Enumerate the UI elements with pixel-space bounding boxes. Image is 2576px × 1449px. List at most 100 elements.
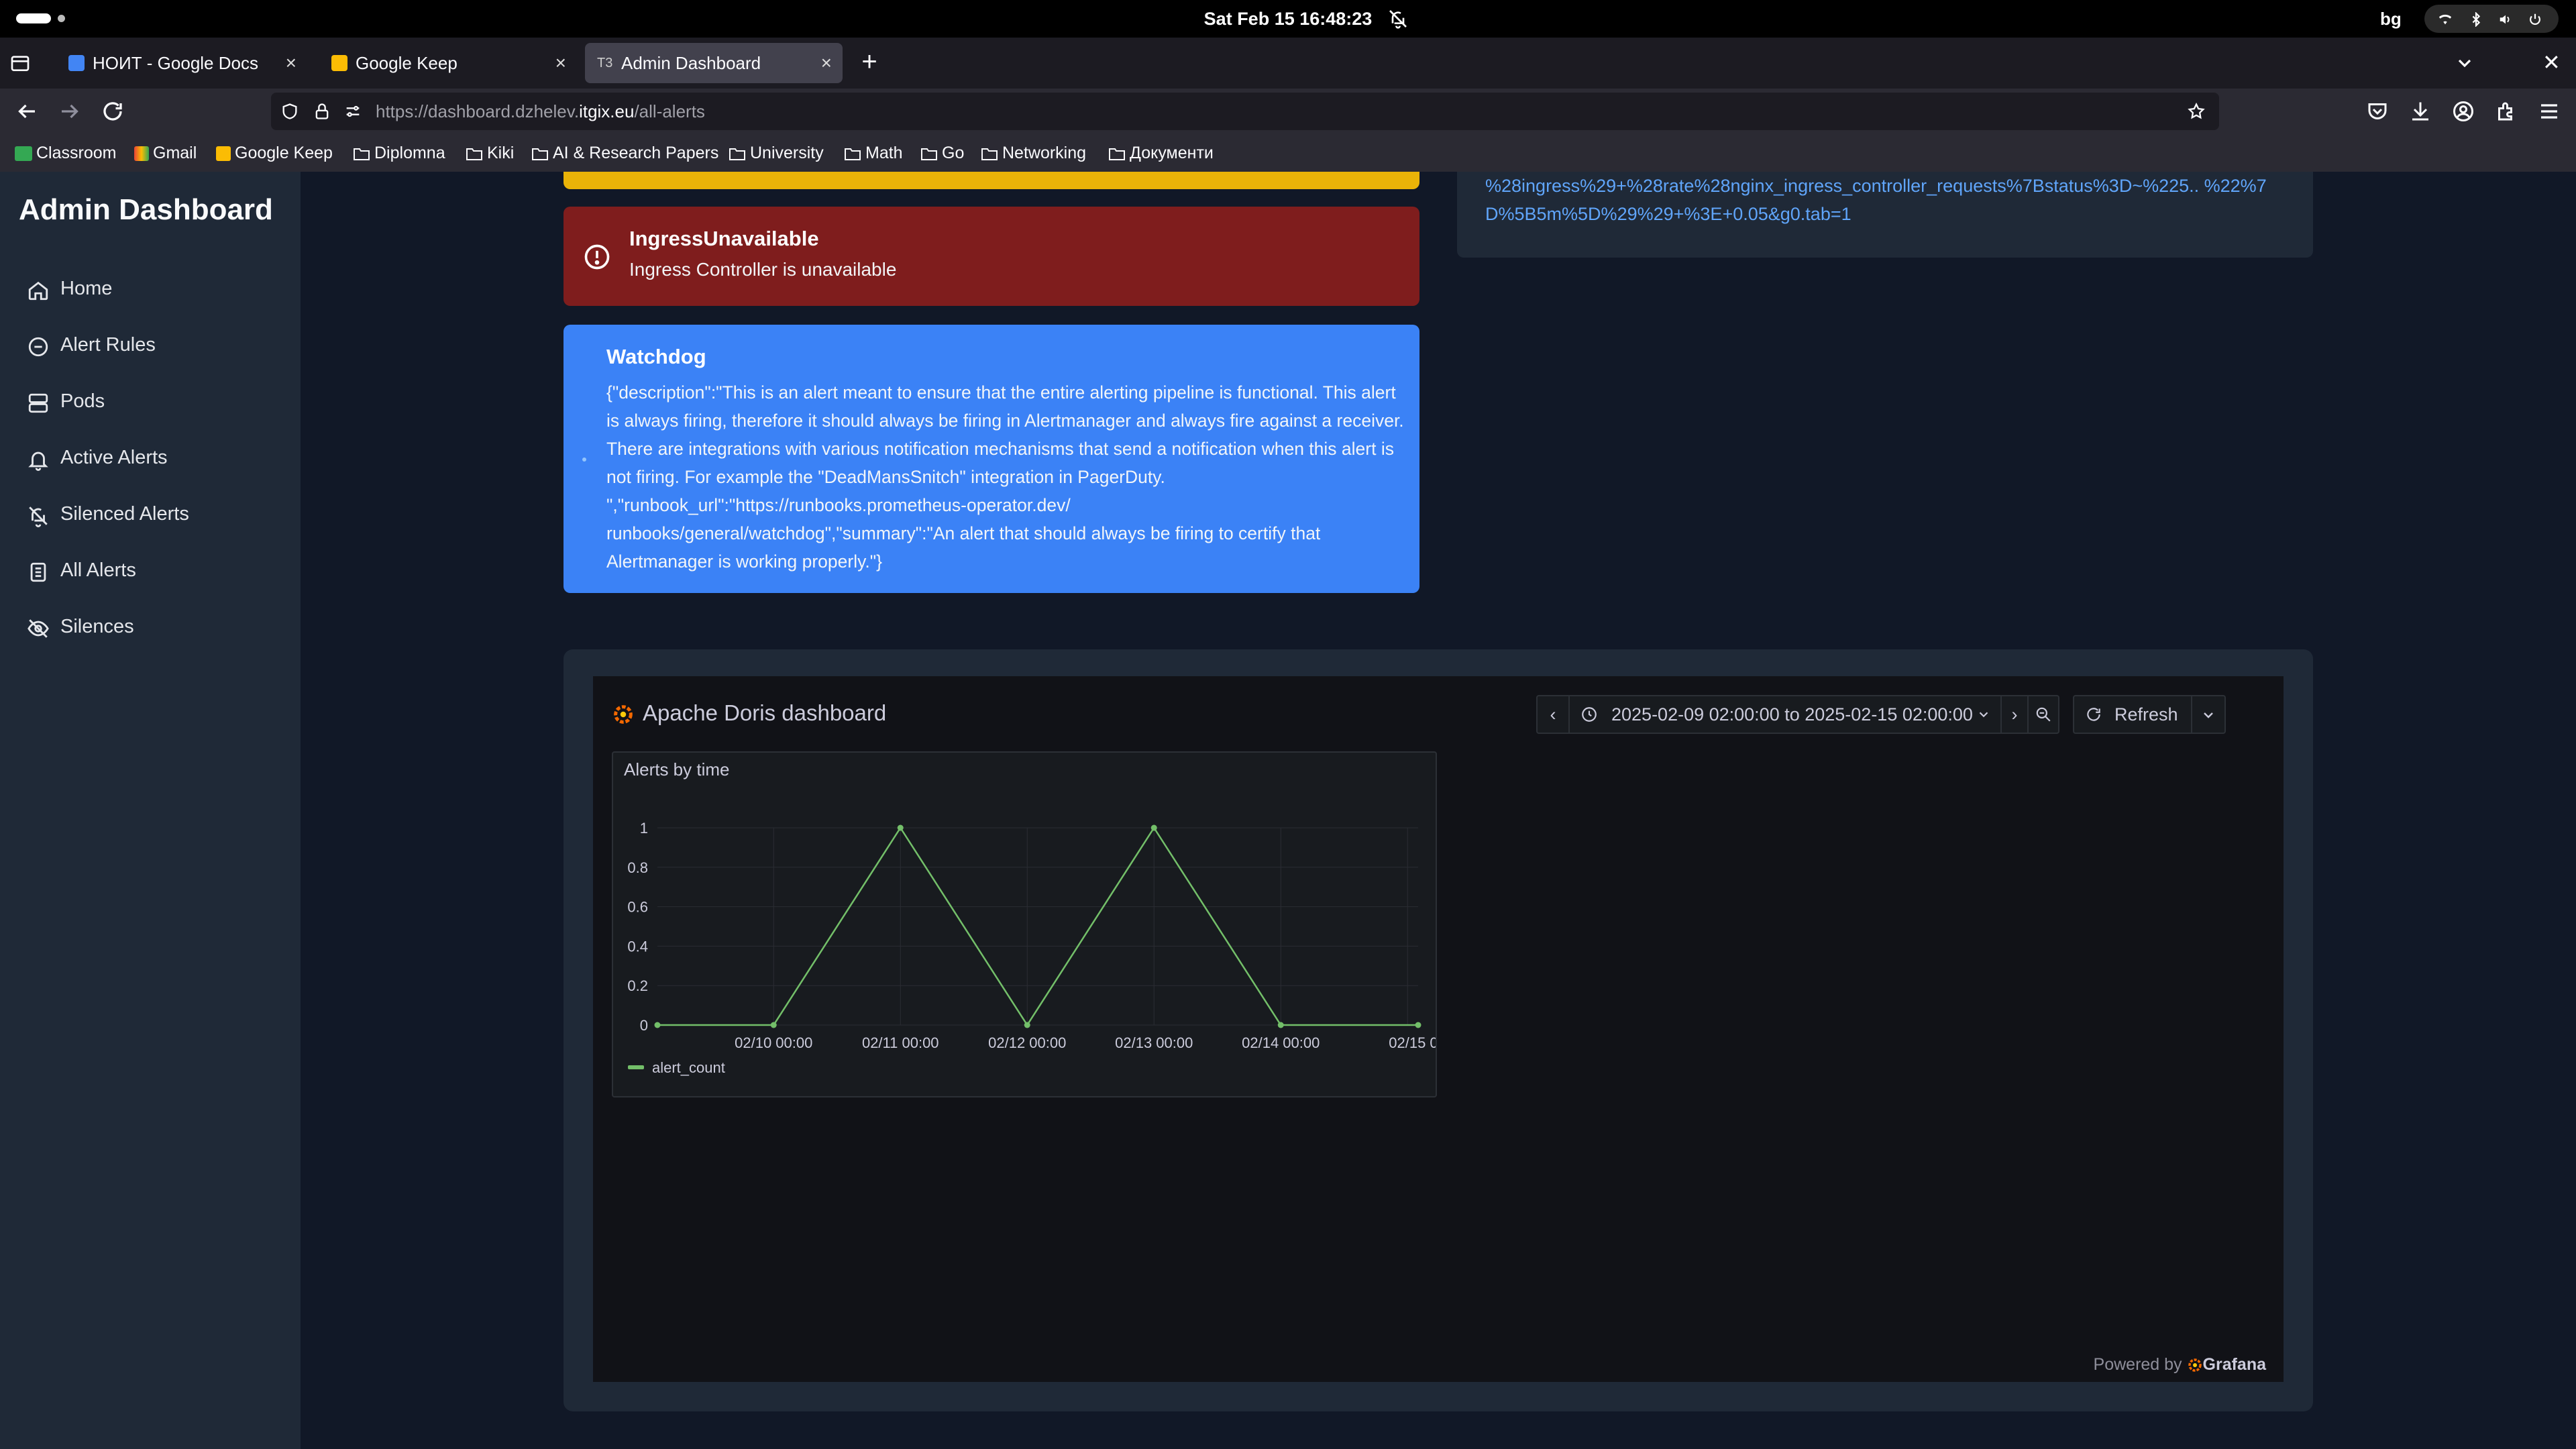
chevron-down-icon[interactable] bbox=[2200, 707, 2216, 723]
alert-description: {"description":"This is an alert meant t… bbox=[606, 382, 1404, 572]
bookmark-university[interactable]: University bbox=[729, 134, 824, 172]
new-tab-button[interactable]: + bbox=[857, 48, 881, 75]
browser-tab-strip: НОИТ - Google Docs × Google Keep × T3 Ad… bbox=[0, 38, 2576, 89]
sidebar-item-pods[interactable]: Pods bbox=[19, 377, 282, 425]
hamburger-menu-icon[interactable] bbox=[2537, 99, 2561, 123]
sidebar-item-active-alerts[interactable]: Active Alerts bbox=[19, 433, 282, 482]
tab-title: НОИТ - Google Docs bbox=[93, 53, 258, 73]
time-range-button[interactable]: 2025-02-09 02:00:00 to 2025-02-15 02:00:… bbox=[1570, 696, 2002, 733]
gmail-icon bbox=[134, 146, 149, 161]
x-tick-label: 02/10 00:00 bbox=[735, 1034, 812, 1051]
folder-icon bbox=[845, 148, 861, 160]
legend-label: alert_count bbox=[652, 1059, 725, 1076]
system-tray[interactable] bbox=[2424, 5, 2559, 33]
tab-close-icon[interactable]: × bbox=[821, 43, 832, 83]
tab-close-icon[interactable]: × bbox=[555, 43, 566, 83]
sidebar-item-silences[interactable]: Silences bbox=[19, 602, 282, 651]
eye-off-icon bbox=[28, 619, 49, 638]
alert-card-watchdog: Watchdog {"description":"This is an aler… bbox=[564, 325, 1419, 593]
lock-icon[interactable] bbox=[313, 102, 331, 121]
exclamation-circle-icon bbox=[584, 244, 610, 270]
chevron-down-icon[interactable] bbox=[2453, 52, 2477, 74]
bluetooth-icon bbox=[2472, 12, 2481, 27]
classroom-icon bbox=[15, 146, 32, 161]
zoom-out-icon bbox=[2036, 707, 2051, 722]
forward-arrow-icon[interactable] bbox=[58, 99, 82, 123]
grafana-embed-container: Apache Doris dashboard ‹ 2025-02-09 02:0… bbox=[564, 649, 2313, 1411]
sidebar: Admin Dashboard Home Alert Rules Pods Ac… bbox=[0, 172, 301, 1449]
reload-icon[interactable] bbox=[101, 99, 125, 123]
bookmark-networking[interactable]: Networking bbox=[981, 134, 1086, 172]
tab-title: Google Keep bbox=[356, 53, 458, 73]
bookmark-google-keep[interactable]: Google Keep bbox=[216, 134, 333, 172]
power-icon bbox=[2530, 13, 2540, 25]
bookmark-classroom[interactable]: Classroom bbox=[15, 134, 116, 172]
back-arrow-icon[interactable] bbox=[15, 99, 39, 123]
account-icon[interactable] bbox=[2451, 99, 2475, 123]
google-docs-icon bbox=[68, 55, 85, 71]
firefox-view-icon[interactable] bbox=[9, 52, 31, 74]
bookmark-ai-research-papers[interactable]: AI & Research Papers bbox=[531, 134, 718, 172]
refresh-picker: Refresh bbox=[2073, 695, 2226, 734]
dashboard-title[interactable]: Apache Doris dashboard bbox=[643, 700, 886, 726]
t3-icon: T3 bbox=[597, 56, 613, 70]
shield-icon[interactable] bbox=[280, 102, 299, 121]
tab-close-icon[interactable]: × bbox=[286, 43, 297, 83]
folder-icon bbox=[354, 148, 370, 160]
system-clock[interactable]: Sat Feb 15 16:48:23 bbox=[0, 0, 2576, 38]
notifications-muted-icon bbox=[1389, 10, 1407, 29]
browser-nav-bar: https://dashboard.dzhelev.itgix.eu/all-a… bbox=[0, 89, 2576, 134]
sidebar-item-silenced-alerts[interactable]: Silenced Alerts bbox=[19, 490, 282, 538]
zoom-out-button[interactable] bbox=[2029, 696, 2058, 733]
query-card: %28ingress%29+%28rate%28nginx_ingress_co… bbox=[1457, 172, 2313, 258]
permissions-icon[interactable] bbox=[343, 102, 362, 121]
window-close-button[interactable]: ✕ bbox=[2542, 50, 2561, 75]
wifi-icon bbox=[2438, 14, 2452, 25]
x-tick-label: 02/13 00:00 bbox=[1115, 1034, 1193, 1051]
bell-icon bbox=[28, 451, 48, 471]
sidebar-item-all-alerts[interactable]: All Alerts bbox=[19, 546, 282, 594]
refresh-button[interactable]: Refresh bbox=[2074, 696, 2192, 733]
chevron-down-icon bbox=[1979, 712, 1988, 718]
address-bar[interactable]: https://dashboard.dzhelev.itgix.eu/all-a… bbox=[271, 93, 2219, 130]
bookmark-kiki[interactable]: Kiki bbox=[466, 134, 514, 172]
page-viewport: Admin Dashboard Home Alert Rules Pods Ac… bbox=[0, 172, 2576, 1449]
bookmark-dokumenti[interactable]: Документи bbox=[1108, 134, 1214, 172]
bell-off-icon bbox=[29, 506, 48, 527]
alert-name: Watchdog bbox=[606, 345, 706, 368]
url-text[interactable]: https://dashboard.dzhelev.itgix.eu/all-a… bbox=[376, 93, 705, 130]
google-keep-icon bbox=[331, 55, 347, 71]
download-icon[interactable] bbox=[2408, 99, 2432, 123]
alert-name: IngressUnavailable bbox=[629, 227, 819, 250]
tab-title: Admin Dashboard bbox=[621, 53, 761, 73]
time-back-button[interactable]: ‹ bbox=[1538, 696, 1570, 733]
app-title: Admin Dashboard bbox=[19, 193, 273, 226]
sidebar-item-home[interactable]: Home bbox=[19, 264, 282, 313]
google-keep-icon bbox=[216, 146, 231, 161]
browser-tab-docs[interactable]: НОИТ - Google Docs × bbox=[56, 43, 307, 83]
folder-icon bbox=[921, 148, 937, 160]
bookmark-gmail[interactable]: Gmail bbox=[134, 134, 197, 172]
alert-card-ingress-unavailable: IngressUnavailable Ingress Controller is… bbox=[564, 207, 1419, 306]
pocket-icon[interactable] bbox=[2365, 99, 2390, 123]
browser-tab-keep[interactable]: Google Keep × bbox=[319, 43, 577, 83]
folder-icon bbox=[532, 148, 548, 160]
y-tick-label: 1 bbox=[640, 820, 648, 837]
grafana-logo-icon bbox=[2188, 1358, 2202, 1372]
data-point bbox=[1415, 1022, 1421, 1028]
browser-tab-admin-dashboard[interactable]: T3 Admin Dashboard × bbox=[585, 43, 843, 83]
powered-by-footer[interactable]: Powered by Grafana bbox=[2094, 1355, 2266, 1375]
minus-circle-icon bbox=[28, 337, 48, 357]
bookmark-go[interactable]: Go bbox=[920, 134, 964, 172]
sidebar-item-alert-rules[interactable]: Alert Rules bbox=[19, 321, 282, 369]
legend-swatch bbox=[628, 1065, 644, 1069]
bookmark-diplomna[interactable]: Diplomna bbox=[353, 134, 445, 172]
time-forward-button[interactable]: › bbox=[2002, 696, 2029, 733]
status-dot bbox=[582, 458, 586, 462]
bookmark-star-icon[interactable] bbox=[2187, 102, 2206, 121]
prometheus-query-link[interactable]: %28ingress%29+%28rate%28nginx_ingress_co… bbox=[1485, 172, 2290, 228]
keyboard-layout-indicator[interactable]: bg bbox=[2380, 0, 2402, 38]
extensions-icon[interactable] bbox=[2494, 99, 2518, 123]
bookmark-math[interactable]: Math bbox=[844, 134, 903, 172]
volume-icon bbox=[2500, 15, 2510, 24]
